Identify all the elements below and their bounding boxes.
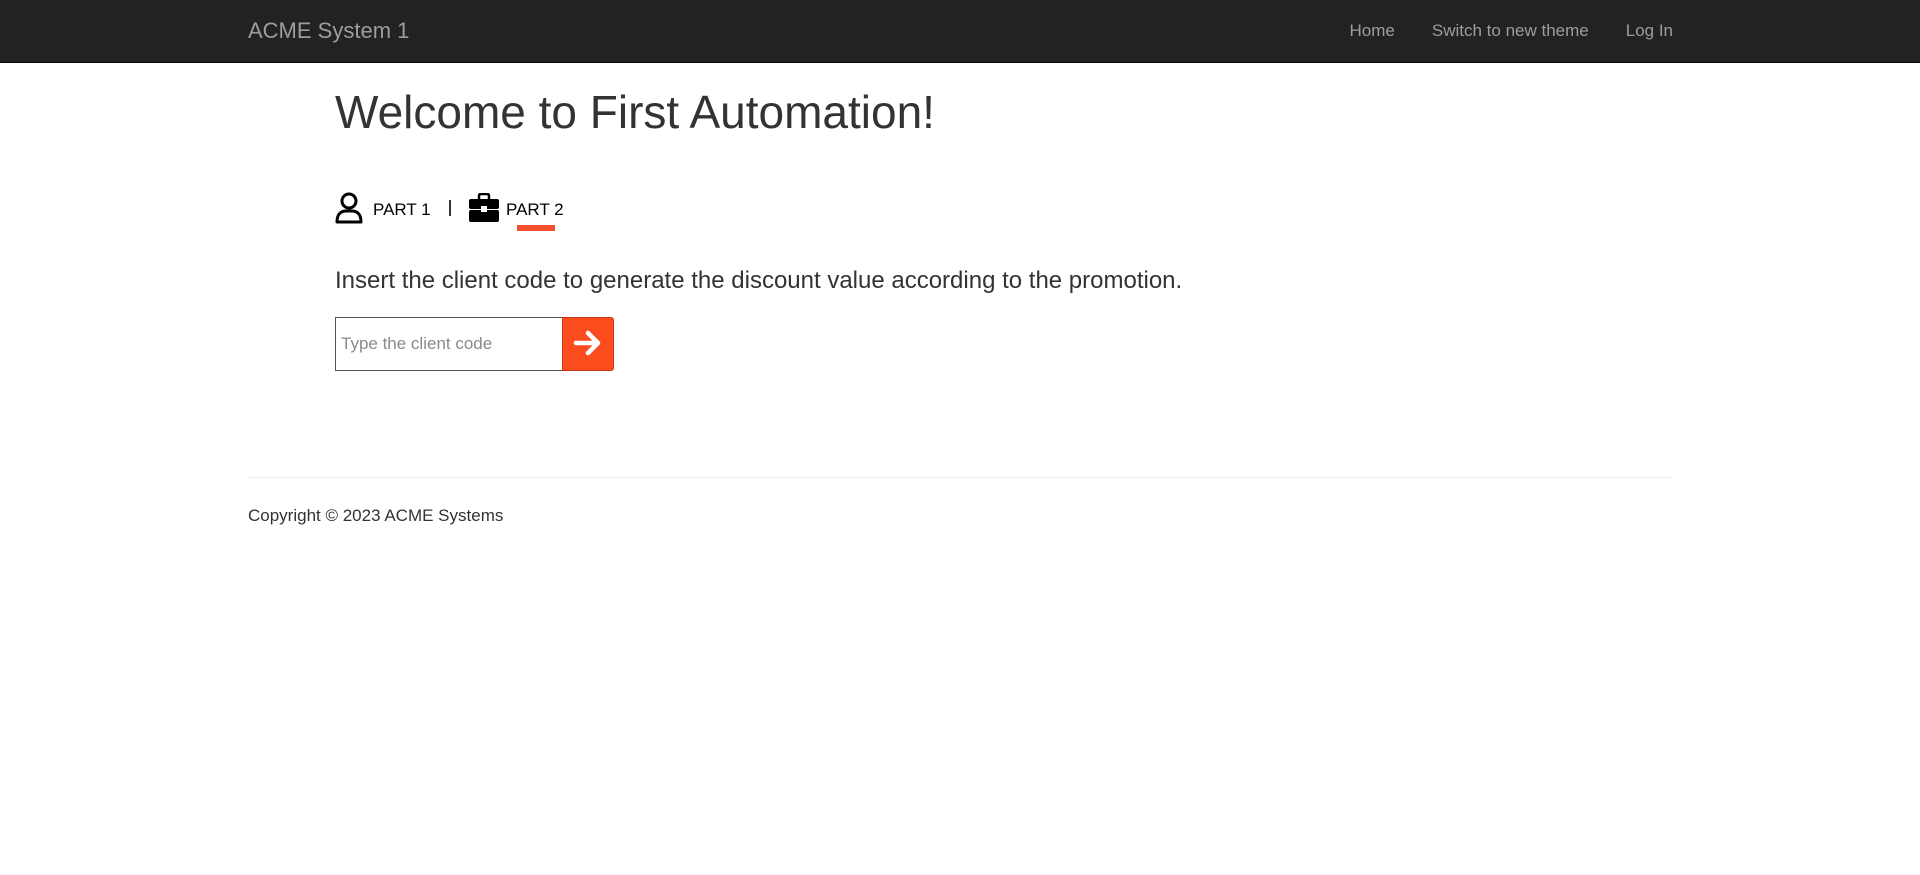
nav-home-link[interactable]: Home (1350, 20, 1395, 42)
page-title: Welcome to First Automation! (335, 86, 935, 138)
navbar: ACME System 1 Home Switch to new theme L… (0, 0, 1920, 63)
client-code-input[interactable] (335, 317, 562, 371)
tab-part-1-label: PART 1 (373, 200, 431, 219)
briefcase-icon (468, 192, 500, 228)
tab-part-1[interactable]: PART 1 (335, 190, 431, 230)
tab-part-2-label: PART 2 (506, 200, 564, 219)
nav-links: Home Switch to new theme Log In (1350, 20, 1673, 42)
submit-button[interactable] (562, 317, 614, 371)
part-tabs: PART 1 PART 2 (335, 190, 635, 234)
nav-switch-theme-link[interactable]: Switch to new theme (1432, 20, 1589, 42)
active-tab-indicator (517, 225, 555, 231)
nav-login-link[interactable]: Log In (1626, 20, 1673, 42)
user-icon (335, 192, 363, 229)
tab-divider (449, 200, 451, 216)
brand-link[interactable]: ACME System 1 (248, 18, 409, 44)
client-code-form (335, 317, 614, 371)
arrow-right-icon (573, 328, 603, 361)
tab-part-2[interactable]: PART 2 (468, 190, 564, 230)
footer-divider (248, 477, 1673, 478)
instruction-text: Insert the client code to generate the d… (335, 267, 1183, 294)
copyright-text: Copyright © 2023 ACME Systems (248, 506, 504, 525)
